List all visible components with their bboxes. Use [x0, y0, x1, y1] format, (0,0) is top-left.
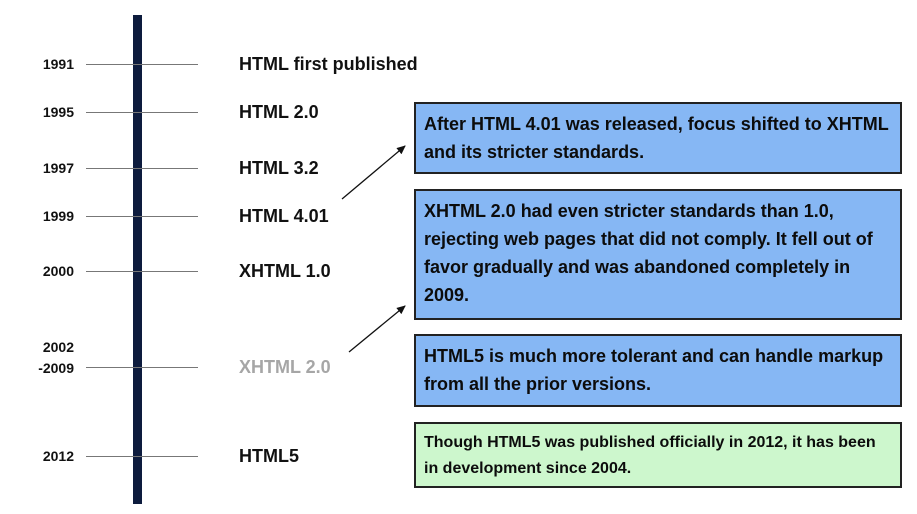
arrow-xhtml2-to-note [348, 305, 406, 353]
arrow-html401-to-note [341, 145, 406, 200]
connector-arrows [341, 145, 406, 353]
